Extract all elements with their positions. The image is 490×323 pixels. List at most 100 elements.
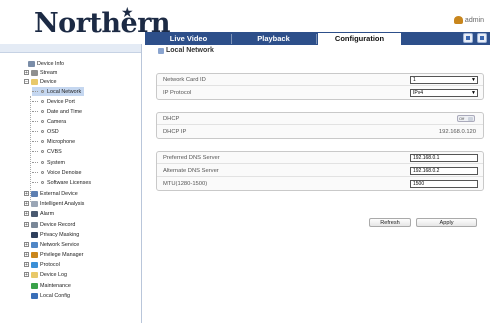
sidebar-item-device-port[interactable]: Device Port [32, 97, 75, 106]
sidebar-header [0, 44, 141, 53]
sidebar-item-date-time[interactable]: Date and Time [32, 107, 82, 116]
sidebar-item-label: Local Network [47, 88, 82, 95]
page-title: Local Network [158, 47, 214, 54]
expand-icon[interactable]: + [24, 252, 29, 258]
sidebar-item-device-record[interactable]: + Device Record [24, 220, 75, 229]
tree-connector [32, 121, 38, 122]
circle-icon [41, 150, 44, 153]
network-icon [158, 47, 164, 54]
sidebar-item-privilege-manager[interactable]: + Privilege Manager [24, 250, 83, 259]
expand-icon[interactable]: + [24, 242, 29, 248]
dns-alternate-label: Alternate DNS Server [163, 168, 219, 174]
ip-protocol-row: IP Protocol IPv4 [157, 87, 483, 99]
sidebar-item-maintenance[interactable]: Maintenance [31, 281, 71, 290]
sidebar-item-label: Maintenance [40, 282, 71, 289]
sidebar-item-label: Network Service [40, 241, 80, 248]
expand-icon[interactable]: + [24, 70, 29, 76]
sidebar-item-device-log[interactable]: + Device Log [24, 270, 67, 279]
tree-connector [32, 111, 38, 112]
sidebar-item-label: Protocol [40, 261, 60, 268]
sidebar-item-label: Device Info [37, 60, 64, 67]
sidebar-item-osd[interactable]: OSD [32, 127, 59, 136]
collapse-icon[interactable]: − [24, 79, 29, 85]
ip-protocol-select[interactable]: IPv4 [410, 89, 478, 97]
sidebar-item-network-service[interactable]: + Network Service [24, 240, 79, 249]
sidebar-item-device-info[interactable]: Device Info [28, 59, 64, 68]
circle-icon [41, 90, 44, 93]
tree-connector [32, 141, 38, 142]
tree-connector [32, 131, 38, 132]
expand-icon[interactable]: + [24, 211, 29, 217]
sidebar-item-local-config[interactable]: Local Config [31, 291, 70, 300]
network-card-select[interactable]: 1 [410, 76, 478, 84]
network-card-row: Network Card ID 1 [157, 74, 483, 86]
user-icon [31, 251, 38, 258]
sidebar-item-software-licenses[interactable]: Software Licenses [32, 178, 91, 187]
sidebar-item-intelligent-analysis[interactable]: + Intelligent Analysis [24, 199, 84, 208]
dhcp-toggle[interactable]: Off [457, 115, 475, 122]
network-icon [31, 241, 38, 248]
tree-connector [32, 101, 38, 102]
dns-preferred-input[interactable]: 192.168.0.1 [410, 154, 478, 162]
dhcp-label: DHCP [163, 116, 180, 122]
expand-icon[interactable]: + [24, 262, 29, 268]
folder-icon [31, 78, 38, 85]
sidebar-item-label: Stream [40, 69, 58, 76]
sidebar-item-label: CVBS [47, 148, 62, 155]
stream-icon [31, 69, 38, 76]
user-menu[interactable]: admin [453, 16, 484, 24]
tree-connector [32, 91, 38, 92]
expand-icon[interactable]: + [24, 201, 29, 207]
user-icon [453, 16, 463, 24]
sidebar-item-local-network[interactable]: Local Network [32, 87, 85, 96]
sidebar-item-label: Privilege Manager [40, 251, 84, 258]
monitor-icon [28, 60, 35, 67]
sidebar-item-label: Device Port [47, 98, 75, 105]
dhcp-ip-value: 192.168.0.120 [438, 129, 476, 135]
sidebar-item-label: Device Record [40, 221, 76, 228]
sidebar-item-label: OSD [47, 128, 59, 135]
sidebar-item-protocol[interactable]: + Protocol [24, 260, 60, 269]
circle-icon [41, 100, 44, 103]
sidebar-item-label: External Device [40, 190, 78, 197]
sidebar-item-camera[interactable]: Camera [32, 117, 66, 126]
edit-icon[interactable] [463, 33, 473, 43]
sidebar-item-label: Privacy Masking [40, 231, 80, 238]
expand-icon[interactable]: + [24, 191, 29, 197]
dhcp-panel: DHCP Off DHCP IP 192.168.0.120 [156, 112, 484, 139]
mtu-input[interactable]: 1500 [410, 180, 478, 188]
sidebar-item-external-device[interactable]: + External Device [24, 189, 78, 198]
sidebar-item-alarm[interactable]: + Alarm [24, 209, 54, 218]
analysis-icon [31, 200, 38, 207]
sidebar-item-voice-denoise[interactable]: Voice Denoise [32, 168, 81, 177]
circle-icon [41, 130, 44, 133]
sidebar-item-device[interactable]: − Device [24, 77, 56, 86]
user-name: admin [464, 16, 484, 24]
logout-icon[interactable] [477, 33, 487, 43]
mtu-row: MTU(1280-1500) 1500 [157, 178, 483, 190]
expand-icon[interactable]: + [24, 222, 29, 228]
sidebar-item-label: Device [40, 78, 57, 85]
dns-alternate-input[interactable]: 192.168.0.2 [410, 167, 478, 175]
brand-star-icon: ★ [121, 4, 134, 20]
tree-connector [32, 151, 38, 152]
sidebar-item-label: Microphone [47, 138, 76, 145]
sidebar-item-cvbs[interactable]: CVBS [32, 147, 62, 156]
maintenance-icon [31, 282, 38, 289]
circle-icon [41, 161, 44, 164]
sidebar-item-label: Alarm [40, 210, 55, 217]
sidebar-item-system[interactable]: System [32, 158, 65, 167]
dns-preferred-row: Preferred DNS Server 192.168.0.1 [157, 152, 483, 164]
refresh-button[interactable]: Refresh [369, 218, 411, 227]
dhcp-row: DHCP Off [157, 113, 483, 125]
dhcp-ip-label: DHCP IP [163, 129, 187, 135]
sidebar-item-label: Voice Denoise [47, 169, 82, 176]
expand-icon[interactable]: + [24, 272, 29, 278]
dns-panel: Preferred DNS Server 192.168.0.1 Alterna… [156, 151, 484, 191]
tree-guide [30, 96, 31, 202]
sidebar-item-stream[interactable]: + Stream [24, 68, 57, 77]
sidebar-item-microphone[interactable]: Microphone [32, 137, 75, 146]
config-sidebar: Device Info + Stream − Device Local Netw… [0, 44, 142, 323]
sidebar-item-privacy-masking[interactable]: Privacy Masking [31, 230, 79, 239]
apply-button[interactable]: Apply [416, 218, 477, 227]
